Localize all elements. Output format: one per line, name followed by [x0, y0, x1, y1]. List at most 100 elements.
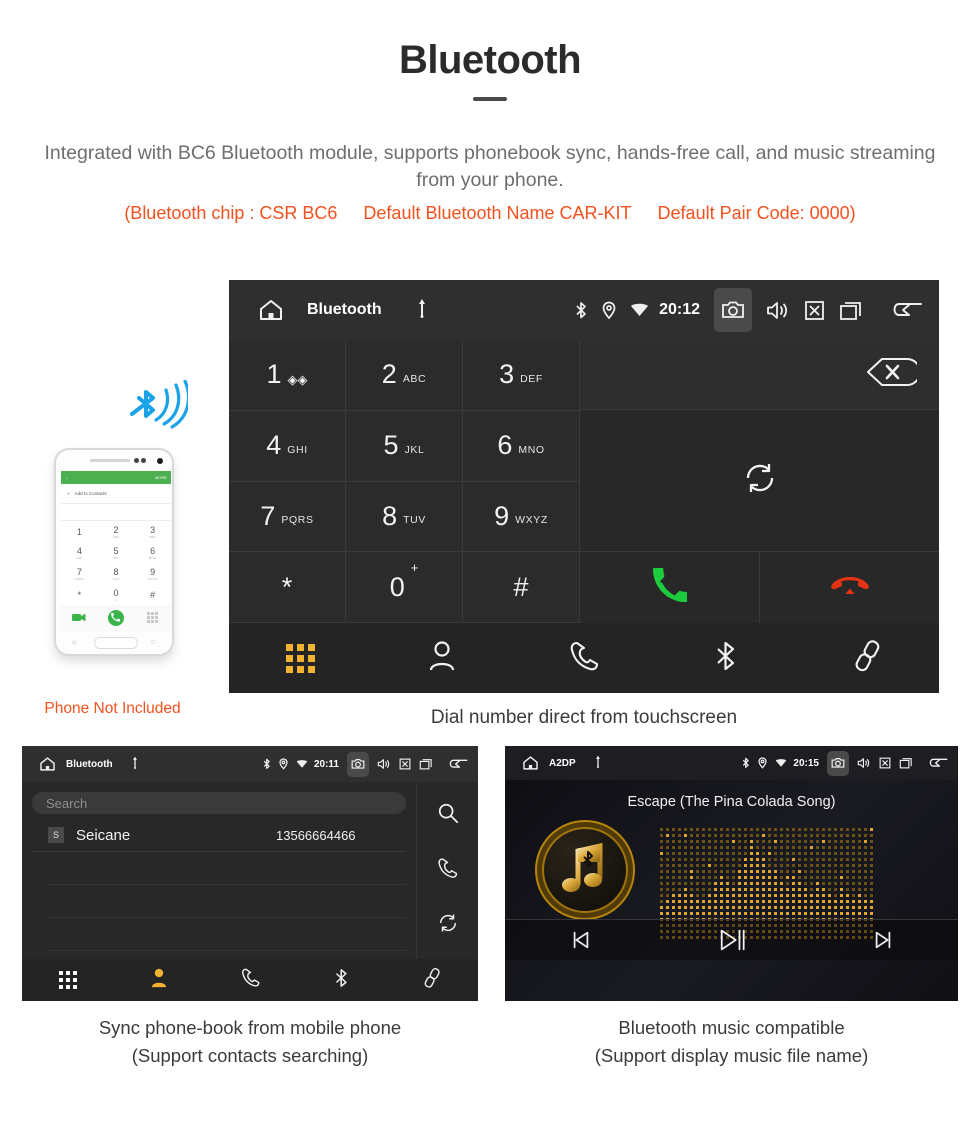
home-icon[interactable] — [32, 756, 62, 772]
nav-bluetooth[interactable] — [655, 639, 797, 678]
close-box-icon[interactable] — [804, 300, 825, 321]
music-caption-line1: Bluetooth music compatible — [505, 1014, 958, 1042]
key-8[interactable]: 8 TUV — [346, 482, 463, 553]
key-9[interactable]: 9 WXYZ — [463, 482, 580, 553]
phone-back-softkey: ⊃ — [150, 638, 156, 646]
phone-keypad-toggle-icon — [134, 612, 171, 623]
phone-key-sub: GHI — [76, 556, 82, 560]
nav-contacts[interactable] — [371, 640, 513, 677]
call-actions — [580, 552, 939, 623]
play-pause-button[interactable] — [656, 927, 807, 953]
key-letters: TUV — [403, 506, 426, 526]
contacts-list: Search S Seicane 13566664466 — [22, 782, 416, 959]
location-pin-icon — [279, 758, 288, 770]
key-3[interactable]: 3 DEF — [463, 340, 580, 411]
key-5[interactable]: 5 JKL — [346, 411, 463, 482]
phone-key-sub: JKL — [113, 556, 119, 560]
key-letters: PQRS — [281, 506, 313, 526]
camera-icon[interactable] — [347, 752, 369, 777]
next-track-button[interactable] — [807, 929, 958, 951]
nav-call-log[interactable] — [204, 967, 295, 993]
nav-bluetooth[interactable] — [296, 967, 387, 994]
phone-key-sub: MNO — [149, 556, 157, 560]
back-arrow-icon[interactable] — [889, 299, 923, 321]
spec-code: Default Pair Code: 0000) — [658, 203, 856, 224]
contacts-clock: 20:11 — [314, 759, 339, 770]
sync-icon[interactable] — [437, 912, 459, 939]
home-icon[interactable] — [515, 755, 545, 771]
phone-key-num: 5 — [113, 546, 118, 556]
hangup-button[interactable] — [760, 552, 939, 623]
backspace-icon[interactable] — [865, 357, 917, 392]
recent-apps-icon[interactable] — [899, 757, 913, 769]
key-letters: DEF — [520, 365, 543, 385]
home-icon[interactable] — [245, 298, 297, 322]
phone-key: 5 JKL — [98, 542, 135, 563]
phone-call-icon — [108, 610, 124, 626]
volume-icon[interactable] — [857, 757, 871, 769]
recent-apps-icon[interactable] — [839, 300, 863, 321]
key-2[interactable]: 2 ABC — [346, 340, 463, 411]
dialpad-icon — [59, 971, 77, 989]
key-0[interactable]: 0 + — [346, 552, 463, 623]
key-star[interactable]: * — [229, 552, 346, 623]
phone-key-num: 2 — [113, 525, 118, 535]
sync-button[interactable] — [580, 410, 939, 552]
phone-key: # — [134, 584, 171, 605]
key-number: 0 — [390, 574, 405, 601]
key-7[interactable]: 7 PQRS — [229, 482, 346, 553]
dialer-screenshot: Bluetooth 20:12 1 ◈◈ 2 ABC 3 DEF 4 GHI 5… — [229, 280, 939, 693]
bluetooth-signal-icon — [122, 380, 188, 436]
close-box-icon[interactable] — [399, 758, 411, 770]
camera-icon[interactable] — [827, 751, 849, 776]
search-input[interactable]: Search — [32, 792, 406, 814]
location-pin-icon — [758, 757, 767, 769]
recent-apps-icon[interactable] — [419, 758, 433, 770]
close-box-icon[interactable] — [879, 757, 891, 769]
call-log-icon[interactable] — [437, 857, 458, 884]
phone-menu-softkey: ▤ — [72, 640, 77, 646]
bluetooth-music-note-icon — [556, 841, 614, 899]
phone-key-num: 0 — [113, 588, 118, 598]
camera-icon[interactable] — [714, 288, 752, 332]
nav-link[interactable] — [797, 639, 939, 678]
key-6[interactable]: 6 MNO — [463, 411, 580, 482]
nav-dialpad[interactable] — [22, 971, 113, 989]
volume-icon[interactable] — [766, 300, 790, 321]
phone-call-button — [98, 610, 135, 626]
call-button[interactable] — [580, 552, 760, 623]
key-letters: MNO — [518, 436, 544, 456]
music-body: Escape (The Pina Colada Song) — [505, 780, 958, 960]
phone-screen: ← MORE + Add to Contacts 1 2 ABC 3 DEF 4 GH… — [61, 471, 171, 631]
key-4[interactable]: 4 GHI — [229, 411, 346, 482]
key-1[interactable]: 1 ◈◈ — [229, 340, 346, 411]
table-row-empty — [48, 852, 406, 885]
hangup-red-icon — [830, 573, 870, 602]
key-hash[interactable]: # — [463, 552, 580, 623]
previous-track-button[interactable] — [505, 929, 656, 951]
search-icon[interactable] — [437, 802, 459, 829]
dialed-number-field[interactable] — [580, 340, 939, 410]
key-number: 2 — [382, 361, 397, 388]
phone-key-num: * — [78, 590, 82, 600]
nav-contacts[interactable] — [113, 967, 204, 993]
call-log-icon — [241, 967, 260, 993]
page-root: Bluetooth Integrated with BC6 Bluetooth … — [0, 0, 980, 1134]
phone-add-label: Add to Contacts — [75, 491, 107, 496]
phone-key-num: 1 — [77, 527, 82, 537]
contacts-sidebar — [416, 782, 478, 959]
back-arrow-icon[interactable] — [447, 757, 468, 771]
back-arrow-icon[interactable] — [927, 756, 948, 770]
nav-call-log[interactable] — [513, 640, 655, 677]
phone-key-sub: + — [115, 598, 117, 602]
table-row[interactable]: S Seicane 13566664466 — [32, 819, 406, 852]
call-green-icon — [653, 568, 687, 607]
phone-key: 9 WXYZ — [134, 563, 171, 584]
key-number: # — [513, 574, 528, 601]
nav-dialpad[interactable] — [229, 644, 371, 673]
phone-key: * — [61, 584, 98, 605]
nav-link[interactable] — [387, 967, 478, 994]
volume-icon[interactable] — [377, 758, 391, 770]
phone-sensor-2 — [141, 458, 146, 463]
spec-chip: (Bluetooth chip : CSR BC6 — [124, 203, 337, 224]
